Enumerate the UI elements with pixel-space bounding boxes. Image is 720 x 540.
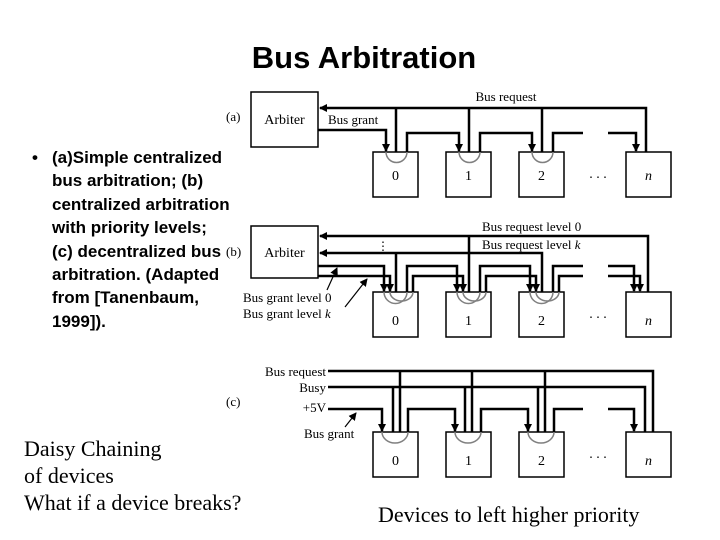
panel-a: (a) Arbiter Bus request Bus grant 0 1 2 … [226, 89, 672, 198]
grant-passthrough-arc [458, 151, 481, 164]
device-n-b: n [625, 291, 672, 338]
grant-level-0-label: Bus grant level 0 [243, 290, 331, 305]
ellipsis-c: . . . [589, 447, 607, 462]
bus-grant-label-a: Bus grant [328, 112, 379, 127]
grant-level-k-in [318, 274, 394, 292]
grant-passthrough-arc [385, 151, 408, 164]
grant-chain-2-c [479, 407, 532, 432]
device-0-c: 0 [372, 431, 419, 478]
ellipsis-b: . . . [589, 307, 607, 322]
grant-level-k-label: Bus grant level k [243, 306, 331, 321]
grant-level-k-pointer [344, 278, 368, 308]
svg-text:n: n [645, 314, 652, 329]
panel-a-tag: (a) [226, 109, 240, 124]
panel-c-tag: (c) [226, 394, 240, 409]
grant-passthrough-arc [454, 431, 482, 444]
bus-grant-pointer-c [344, 412, 357, 428]
ellipsis-a: . . . [589, 167, 607, 182]
grant-chain-out-2-a [551, 131, 583, 152]
grant-level-k-arc [535, 291, 560, 302]
request-level-0-label: Bus request level 0 [482, 219, 581, 234]
grant-level-0-pointer [326, 267, 338, 291]
device-n-c: n [625, 431, 672, 478]
grant-chain-n-c [608, 407, 638, 432]
vertical-ellipsis-b: ⋮ [377, 239, 389, 253]
device-1-b: 1 [445, 291, 492, 338]
grant-passthrough-arc [531, 151, 554, 164]
svg-text:1: 1 [465, 314, 472, 329]
grant-passthrough-arc [381, 431, 409, 444]
bus-request-label-c: Bus request [265, 364, 326, 379]
grant-level-0-arc [529, 291, 554, 305]
panel-c: (c) Bus request Busy +5V Bus grant 0 1 2… [226, 364, 672, 478]
panel-b: (b) Arbiter ⋮ Bus request level 0 Bus re… [226, 219, 672, 338]
grant-level-0-n [608, 264, 638, 292]
grant-chain-n-a [608, 131, 640, 152]
bus-request-label-a: Bus request [475, 89, 536, 104]
device-2-a: 2 [518, 151, 565, 198]
arbiter-label-b: Arbiter [264, 246, 305, 261]
svg-text:n: n [645, 169, 652, 184]
grant-level-0-chain-2 [478, 264, 534, 292]
request-level-k-line [319, 249, 544, 292]
bus-arbitration-diagram: (a) Arbiter Bus request Bus grant 0 1 2 … [226, 89, 672, 478]
device-1-a: 1 [445, 151, 492, 198]
device-2-c: 2 [518, 431, 565, 478]
svg-text:0: 0 [392, 454, 399, 469]
device-0-b: 0 [372, 291, 419, 338]
bus-grant-label-c: Bus grant [304, 426, 355, 441]
grant-level-0-arc [383, 291, 408, 305]
grant-level-k-chain-2 [484, 274, 540, 292]
grant-level-k-chain-1 [411, 274, 467, 292]
device-1-c: 1 [445, 431, 492, 478]
grant-passthrough-arc [527, 431, 555, 444]
bus-request-line-c [328, 369, 655, 432]
grant-level-0-out-2 [551, 264, 583, 292]
svg-text:0: 0 [392, 169, 399, 184]
grant-level-k-arc [389, 291, 414, 302]
svg-text:2: 2 [538, 169, 545, 184]
grant-level-0-arc [456, 291, 481, 305]
grant-level-0-chain-1 [405, 264, 461, 292]
arbiter-label-a: Arbiter [264, 113, 305, 128]
device-2-b: 2 [518, 291, 565, 338]
svg-text:0: 0 [392, 314, 399, 329]
grant-level-k-arc [462, 291, 487, 302]
grant-chain-1-a [405, 131, 463, 152]
svg-text:1: 1 [465, 454, 472, 469]
svg-text:2: 2 [538, 454, 545, 469]
grant-level-k-out-2 [557, 274, 583, 292]
busy-label-c: Busy [299, 380, 326, 395]
svg-text:n: n [645, 454, 652, 469]
panel-b-tag: (b) [226, 244, 241, 259]
svg-text:1: 1 [465, 169, 472, 184]
grant-chain-out-2-c [552, 407, 583, 432]
device-n-a: n [625, 151, 672, 198]
svg-text:2: 2 [538, 314, 545, 329]
grant-chain-2-a [478, 131, 536, 152]
grant-chain-1-c [406, 407, 459, 432]
request-level-k-label: Bus request level k [482, 237, 581, 252]
device-0-a: 0 [372, 151, 419, 198]
grant-in-0-a [318, 128, 390, 152]
plus5v-label-c: +5V [303, 400, 327, 415]
